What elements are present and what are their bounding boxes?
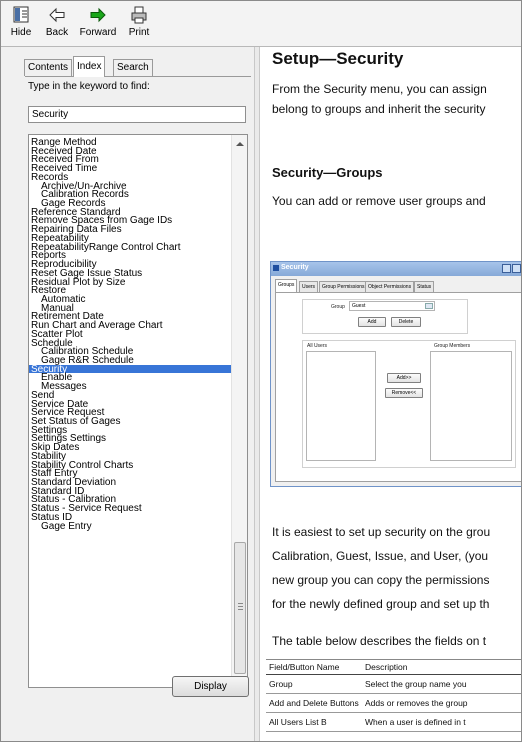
- printer-icon: [131, 6, 147, 24]
- group-value: Guest: [352, 303, 366, 309]
- delete-button: Delete: [391, 317, 421, 327]
- grip-icon: [238, 603, 243, 610]
- index-panel: Type in the keyword to find: Range Metho…: [25, 76, 251, 698]
- remove-member-button: Remove<<: [385, 388, 423, 398]
- section-heading: Security—Groups: [272, 165, 383, 180]
- table-cell: All Users List B: [266, 712, 362, 732]
- forward-button[interactable]: Forward: [77, 5, 119, 43]
- column-header: Description: [362, 659, 521, 675]
- list-item[interactable]: Gage Entry: [29, 521, 231, 531]
- fields-table: Field/Button Name Description Group Sele…: [266, 659, 521, 732]
- dialog-tab-groups: Groups: [275, 279, 298, 292]
- group-members-list: [430, 351, 512, 461]
- navigation-pane: Contents Index Search Type in the keywor…: [3, 49, 253, 741]
- all-users-label: All Users: [307, 343, 328, 349]
- add-button: Add: [358, 317, 386, 327]
- index-scrollbar[interactable]: [231, 135, 247, 687]
- table-cell: Group: [266, 674, 362, 694]
- column-header: Field/Button Name: [266, 659, 362, 675]
- display-button[interactable]: Display: [172, 676, 249, 697]
- page-title: Setup—Security: [272, 49, 404, 68]
- group-members-label: Group Members: [434, 343, 471, 349]
- intro-line-2: belong to groups and inherit the securit…: [272, 102, 486, 116]
- table-cell: Adds or removes the group: [362, 693, 521, 713]
- list-item[interactable]: Messages: [29, 382, 231, 392]
- back-arrow-icon: [49, 7, 65, 23]
- body-line-3: new group you can copy the permissions: [272, 573, 490, 587]
- index-items: Range Method Received Date Received From…: [29, 138, 231, 531]
- group-combo: Guest: [349, 301, 435, 311]
- table-cell: Add and Delete Buttons: [266, 693, 362, 713]
- body-line-1: It is easiest to set up security on the …: [272, 525, 491, 539]
- hide-button[interactable]: Hide: [6, 5, 36, 43]
- tab-index[interactable]: Index: [73, 56, 106, 77]
- maximize-icon: [512, 264, 521, 273]
- minimize-icon: [502, 264, 511, 273]
- dropdown-icon: [425, 303, 433, 309]
- help-window: Hide Back Forward Print Contents Index S…: [0, 0, 522, 742]
- hide-label: Hide: [10, 27, 32, 38]
- security-dialog-screenshot: Security Groups Users Group Permissions …: [270, 261, 521, 487]
- table-row: Add and Delete Buttons Adds or removes t…: [266, 693, 521, 713]
- table-cell: Select the group name you: [362, 674, 521, 694]
- scroll-up-arrow-icon[interactable]: [236, 142, 244, 146]
- body-line-2: Calibration, Guest, Issue, and User, (yo…: [272, 549, 489, 563]
- tab-search[interactable]: Search: [113, 59, 153, 76]
- intro-line-1: From the Security menu, you can assign: [272, 82, 487, 96]
- dialog-tab-users: Users: [299, 281, 319, 292]
- back-button[interactable]: Back: [39, 5, 75, 43]
- tab-contents[interactable]: Contents: [24, 59, 73, 76]
- groups-line: You can add or remove user groups and: [272, 194, 486, 208]
- dialog-panel: Group Guest Add Delete All Users Group M…: [275, 292, 521, 482]
- table-cell: When a user is defined in t: [362, 712, 521, 732]
- topic-content: Setup—Security From the Security menu, y…: [260, 47, 521, 741]
- body-line-4: for the newly defined group and set up t…: [272, 597, 490, 611]
- print-label: Print: [128, 27, 150, 38]
- keyword-input[interactable]: [28, 106, 246, 123]
- dialog-tab-group-permissions: Group Permissions: [319, 281, 368, 292]
- print-button[interactable]: Print: [123, 5, 155, 43]
- table-intro: The table below describes the fields on …: [272, 634, 487, 648]
- table-header-row: Field/Button Name Description: [266, 659, 521, 675]
- group-label: Group: [331, 304, 345, 310]
- forward-label: Forward: [79, 27, 117, 38]
- dialog-tab-status: Status: [414, 281, 435, 292]
- back-label: Back: [45, 27, 69, 38]
- toolbar: Hide Back Forward Print: [1, 1, 521, 47]
- scroll-thumb[interactable]: [234, 542, 246, 674]
- all-users-list: [306, 351, 376, 461]
- forward-arrow-icon: [90, 7, 106, 23]
- window-icon: [273, 265, 279, 271]
- add-member-button: Add>>: [387, 373, 421, 383]
- dialog-title: Security: [281, 264, 309, 271]
- table-row: Group Select the group name you: [266, 674, 521, 694]
- index-list[interactable]: Range Method Received Date Received From…: [28, 134, 248, 688]
- dialog-tab-object-permissions: Object Permissions: [365, 281, 415, 292]
- keyword-label: Type in the keyword to find:: [28, 81, 150, 92]
- hide-pane-icon: [13, 6, 29, 23]
- table-row: All Users List B When a user is defined …: [266, 712, 521, 732]
- dialog-titlebar: Security: [271, 262, 521, 276]
